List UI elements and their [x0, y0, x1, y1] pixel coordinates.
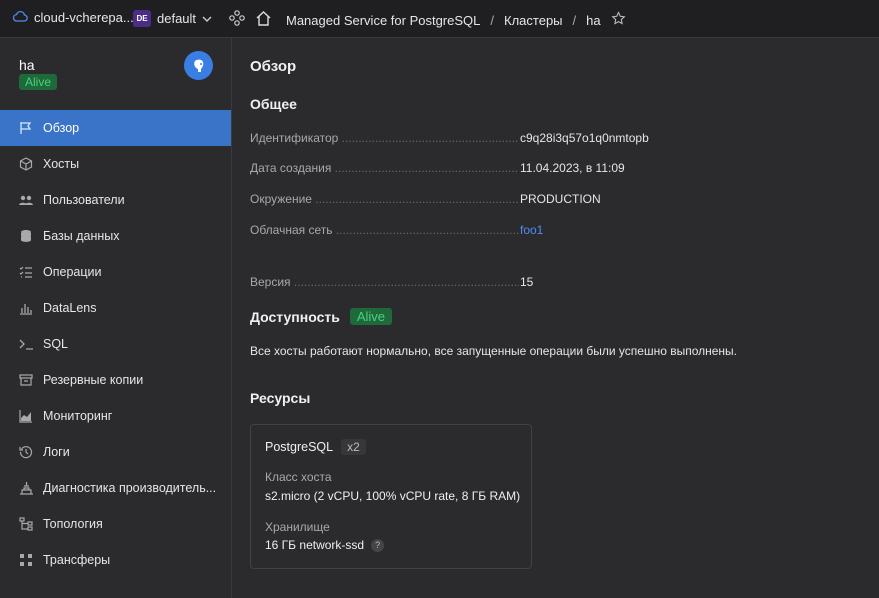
resource-name: PostgreSQL: [265, 440, 334, 454]
status-badge: Alive: [349, 308, 393, 325]
top-bar: cloud-vcherepa... DE default Managed Ser…: [0, 0, 879, 38]
storage-label: Хранилище: [265, 520, 330, 534]
sidebar-item-label: Диагностика производитель...: [43, 481, 217, 495]
prop-key: Версия: [250, 275, 519, 289]
host-count-badge: x2: [341, 439, 366, 455]
prop-row-created: Дата создания 11.04.2023, в 11:09: [250, 161, 700, 179]
bar-chart-icon: [18, 300, 34, 316]
main-content: Обзор Общее Идентификатор c9q28i3q57o1q0…: [232, 38, 879, 598]
breadcrumb-separator: /: [572, 12, 577, 28]
sidebar-item-monitoring[interactable]: Мониторинг: [0, 398, 231, 434]
section-title-resources: Ресурсы: [250, 390, 311, 406]
sidebar-item-label: Топология: [43, 517, 103, 531]
prop-key: Дата создания: [250, 161, 519, 175]
sidebar-item-label: Базы данных: [43, 229, 120, 243]
prop-key: Облачная сеть: [250, 223, 519, 237]
sidebar-item-label: Резервные копии: [43, 373, 144, 387]
sidebar: ha Alive Обзор Хосты Пользователи Базы д…: [0, 38, 232, 598]
folder-selector[interactable]: DE default: [133, 10, 212, 27]
area-chart-icon: [18, 408, 34, 424]
page-title: Обзор: [250, 58, 297, 75]
storage-value: 16 ГБ network-ssd: [265, 538, 365, 552]
cloud-selector[interactable]: cloud-vcherepa...: [12, 10, 134, 25]
sidebar-item-label: Хосты: [43, 157, 80, 171]
folder-name: default: [157, 11, 197, 26]
storage-row: 16 ГБ network-ssd ?: [265, 538, 385, 552]
sidebar-item-label: Мониторинг: [43, 409, 113, 423]
sidebar-item-label: SQL: [43, 337, 69, 351]
database-icon: [18, 228, 34, 244]
prop-value: PRODUCTION: [520, 192, 601, 206]
sidebar-item-label: Пользователи: [43, 193, 125, 207]
sidebar-item-hosts[interactable]: Хосты: [0, 146, 231, 182]
cloud-icon: [12, 10, 28, 25]
transfer-icon: [18, 552, 34, 568]
help-icon[interactable]: ?: [371, 538, 385, 552]
prop-row-environment: Окружение PRODUCTION: [250, 192, 700, 210]
postgresql-logo-icon: [184, 51, 213, 80]
breadcrumb-clusters[interactable]: Кластеры: [504, 13, 563, 28]
cube-icon: [18, 156, 34, 172]
availability-header: Доступность Alive: [250, 308, 393, 325]
prop-value: c9q28i3q57o1q0nmtopb: [520, 131, 649, 145]
archive-icon: [18, 372, 34, 388]
sidebar-item-operations[interactable]: Операции: [0, 254, 231, 290]
section-title-availability: Доступность: [250, 308, 340, 325]
sidebar-item-sql[interactable]: SQL: [0, 326, 231, 362]
prop-value: 11.04.2023, в 11:09: [520, 161, 625, 175]
host-class-value: s2.micro (2 vCPU, 100% vCPU rate, 8 ГБ R…: [265, 489, 521, 503]
status-message: Все хосты работают нормально, все запуще…: [250, 344, 738, 358]
sidebar-item-label: Обзор: [43, 121, 80, 135]
prop-row-version: Версия 15: [250, 275, 700, 293]
chevron-down-icon: [202, 11, 212, 26]
sidebar-item-label: Операции: [43, 265, 102, 279]
sidebar-item-topology[interactable]: Топология: [0, 506, 231, 542]
history-icon: [18, 444, 34, 460]
breadcrumb-separator: /: [490, 12, 495, 28]
breadcrumb-cluster: ha: [586, 12, 601, 28]
terminal-icon: [18, 336, 34, 352]
sidebar-item-label: DataLens: [43, 301, 97, 315]
cloud-name: cloud-vcherepa...: [34, 10, 134, 25]
org-badge: DE: [133, 10, 151, 27]
section-title-general: Общее: [250, 96, 297, 112]
users-icon: [18, 192, 34, 208]
sidebar-item-logs[interactable]: Логи: [0, 434, 231, 470]
prop-key: Идентификатор: [250, 131, 519, 145]
sidebar-nav: Обзор Хосты Пользователи Базы данных Опе…: [0, 110, 231, 578]
network-link[interactable]: foo1: [520, 223, 543, 237]
status-badge: Alive: [19, 74, 58, 90]
sidebar-item-diagnostics[interactable]: Диагностика производитель...: [0, 470, 231, 506]
sidebar-item-label: Логи: [43, 445, 70, 459]
resource-card: PostgreSQL x2 Класс хоста s2.micro (2 vC…: [250, 424, 532, 569]
sidebar-item-users[interactable]: Пользователи: [0, 182, 231, 218]
services-icon[interactable]: [229, 10, 245, 29]
prop-row-network: Облачная сеть foo1: [250, 223, 700, 241]
cluster-name: ha: [19, 57, 35, 73]
list-check-icon: [18, 264, 34, 280]
prop-value: 15: [520, 275, 534, 289]
sidebar-item-backups[interactable]: Резервные копии: [0, 362, 231, 398]
home-icon[interactable]: [255, 10, 272, 29]
flag-icon: [18, 120, 34, 136]
prop-row-id: Идентификатор c9q28i3q57o1q0nmtopb: [250, 131, 700, 149]
sidebar-item-transfers[interactable]: Трансферы: [0, 542, 231, 578]
host-class-label: Класс хоста: [265, 470, 332, 484]
diagnostics-icon: [18, 480, 34, 496]
sidebar-item-databases[interactable]: Базы данных: [0, 218, 231, 254]
sidebar-item-datalens[interactable]: DataLens: [0, 290, 231, 326]
prop-key: Окружение: [250, 192, 519, 206]
sidebar-item-label: Трансферы: [43, 553, 111, 567]
sidebar-item-overview[interactable]: Обзор: [0, 110, 231, 146]
topology-icon: [18, 516, 34, 532]
breadcrumb: Managed Service for PostgreSQL / Кластер…: [286, 11, 626, 29]
breadcrumb-service[interactable]: Managed Service for PostgreSQL: [286, 13, 480, 28]
star-icon[interactable]: [611, 11, 626, 29]
